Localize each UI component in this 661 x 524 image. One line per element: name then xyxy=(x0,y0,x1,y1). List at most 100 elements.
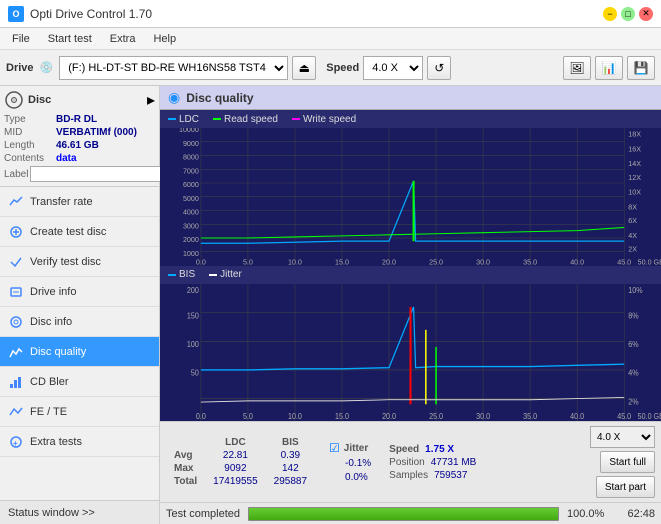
nav-item-cd-bler[interactable]: CD Bler xyxy=(0,367,159,397)
extra-tests-icon: + xyxy=(8,434,24,450)
svg-text:6000: 6000 xyxy=(183,180,199,189)
nav-item-fe-te[interactable]: FE / TE xyxy=(0,397,159,427)
svg-text:25.0: 25.0 xyxy=(429,257,443,265)
menu-file[interactable]: File xyxy=(4,31,38,47)
title-bar-left: O Opti Drive Control 1.70 xyxy=(8,6,152,22)
bottom-stats: LDC BIS Avg 22.81 0.39 Max xyxy=(160,421,661,502)
stats-max-label: Max xyxy=(166,462,205,475)
th-ldc: LDC xyxy=(205,436,266,449)
fe-te-icon xyxy=(8,404,24,420)
disc-section-title: Disc xyxy=(28,94,51,106)
legend-read-speed: Read speed xyxy=(213,114,278,125)
svg-text:35.0: 35.0 xyxy=(523,411,537,420)
svg-text:2000: 2000 xyxy=(183,235,199,244)
drive-info-icon xyxy=(8,284,24,300)
svg-text:150: 150 xyxy=(187,310,199,319)
nav-label-fe-te: FE / TE xyxy=(30,406,67,418)
svg-text:2X: 2X xyxy=(628,245,637,254)
legend-bis-dot xyxy=(168,274,176,276)
speed-select-bottom[interactable]: 4.0 X xyxy=(590,426,655,448)
disc-mid-row: MID VERBATIMf (000) xyxy=(4,127,155,138)
svg-text:5.0: 5.0 xyxy=(243,411,253,420)
svg-text:7000: 7000 xyxy=(183,166,199,175)
svg-text:18X: 18X xyxy=(628,129,641,138)
nav-label-disc-quality: Disc quality xyxy=(30,346,86,358)
maximize-button[interactable]: □ xyxy=(621,7,635,21)
toolbar-btn-1[interactable]: 🖼 xyxy=(563,56,591,80)
dq-title: Disc quality xyxy=(186,91,253,105)
disc-info-icon xyxy=(8,314,24,330)
nav-item-extra-tests[interactable]: + Extra tests xyxy=(0,427,159,457)
nav-item-verify-test-disc[interactable]: Verify test disc xyxy=(0,247,159,277)
svg-text:14X: 14X xyxy=(628,159,641,168)
disc-label-input[interactable] xyxy=(30,166,168,182)
position-row: Position 47731 MB xyxy=(389,457,476,468)
drive-select[interactable]: (F:) HL-DT-ST BD-RE WH16NS58 TST4 xyxy=(59,56,288,80)
nav-item-disc-quality[interactable]: Disc quality xyxy=(0,337,159,367)
speed-select[interactable]: 4.0 X xyxy=(363,56,423,80)
app-title: Opti Drive Control 1.70 xyxy=(30,7,152,21)
svg-text:100: 100 xyxy=(187,339,199,348)
menu-start-test[interactable]: Start test xyxy=(40,31,100,47)
svg-text:9000: 9000 xyxy=(183,139,199,148)
speed-label: Speed xyxy=(389,444,419,455)
charts-area: LDC Read speed Write speed xyxy=(160,110,661,421)
toolbar-btn-2[interactable]: 📊 xyxy=(595,56,623,80)
refresh-button[interactable]: ↺ xyxy=(427,56,451,80)
menu-bar: File Start test Extra Help xyxy=(0,28,661,50)
nav-label-verify-test-disc: Verify test disc xyxy=(30,256,101,268)
legend-ldc-dot xyxy=(168,118,176,120)
svg-text:30.0: 30.0 xyxy=(476,257,490,265)
start-part-button[interactable]: Start part xyxy=(596,476,655,498)
status-window-item[interactable]: Status window >> xyxy=(0,500,159,524)
status-text: Test completed xyxy=(166,508,240,520)
toolbar-btn-3[interactable]: 💾 xyxy=(627,56,655,80)
svg-text:20.0: 20.0 xyxy=(382,411,396,420)
jitter-label: Jitter xyxy=(344,443,368,454)
drive-label: Drive xyxy=(6,62,34,74)
svg-text:8000: 8000 xyxy=(183,153,199,162)
stats-table-container: LDC BIS Avg 22.81 0.39 Max xyxy=(166,436,315,488)
menu-extra[interactable]: Extra xyxy=(102,31,144,47)
nav-item-drive-info[interactable]: Drive info xyxy=(0,277,159,307)
svg-text:10.0: 10.0 xyxy=(288,411,302,420)
th-empty xyxy=(166,436,205,449)
nav-label-disc-info: Disc info xyxy=(30,316,72,328)
nav-item-disc-info[interactable]: Disc info xyxy=(0,307,159,337)
stats-avg-ldc: 22.81 xyxy=(205,449,266,462)
nav-label-cd-bler: CD Bler xyxy=(30,376,69,388)
stats-row: LDC BIS Avg 22.81 0.39 Max xyxy=(166,426,655,498)
svg-text:50.0 GB: 50.0 GB xyxy=(638,257,661,265)
jitter-max: 0.0% xyxy=(329,472,371,483)
title-bar: O Opti Drive Control 1.70 − □ ✕ xyxy=(0,0,661,28)
svg-text:40.0: 40.0 xyxy=(570,257,584,265)
disc-panel-arrow[interactable]: ▸ xyxy=(147,90,155,110)
stats-total-label: Total xyxy=(166,475,205,488)
disc-contents-value: data xyxy=(56,153,77,164)
jitter-section: ☑ Jitter -0.1% 0.0% xyxy=(329,441,371,483)
status-bar: Test completed 100.0% 62:48 xyxy=(160,502,661,524)
nav-label-create-test-disc: Create test disc xyxy=(30,226,106,238)
start-full-button[interactable]: Start full xyxy=(600,451,655,473)
eject-button[interactable]: ⏏ xyxy=(292,56,316,80)
stats-total-bis: 295887 xyxy=(266,475,315,488)
transfer-rate-icon xyxy=(8,194,24,210)
create-test-disc-icon xyxy=(8,224,24,240)
nav-item-create-test-disc[interactable]: Create test disc xyxy=(0,217,159,247)
svg-text:45.0: 45.0 xyxy=(617,411,631,420)
svg-text:4000: 4000 xyxy=(183,208,199,217)
disc-contents-label: Contents xyxy=(4,153,54,164)
svg-text:30.0: 30.0 xyxy=(476,411,490,420)
menu-help[interactable]: Help xyxy=(145,31,184,47)
nav-label-extra-tests: Extra tests xyxy=(30,436,82,448)
disc-type-value: BD-R DL xyxy=(56,114,97,125)
top-chart-container: 10000 9000 8000 7000 6000 5000 4000 3000… xyxy=(160,128,661,266)
disc-quality-icon xyxy=(8,344,24,360)
speed-label: Speed xyxy=(326,62,359,74)
legend-jitter: Jitter xyxy=(209,269,242,280)
disc-panel-icon xyxy=(4,90,24,110)
close-button[interactable]: ✕ xyxy=(639,7,653,21)
nav-item-transfer-rate[interactable]: Transfer rate xyxy=(0,187,159,217)
svg-text:6X: 6X xyxy=(628,216,637,225)
minimize-button[interactable]: − xyxy=(603,7,617,21)
